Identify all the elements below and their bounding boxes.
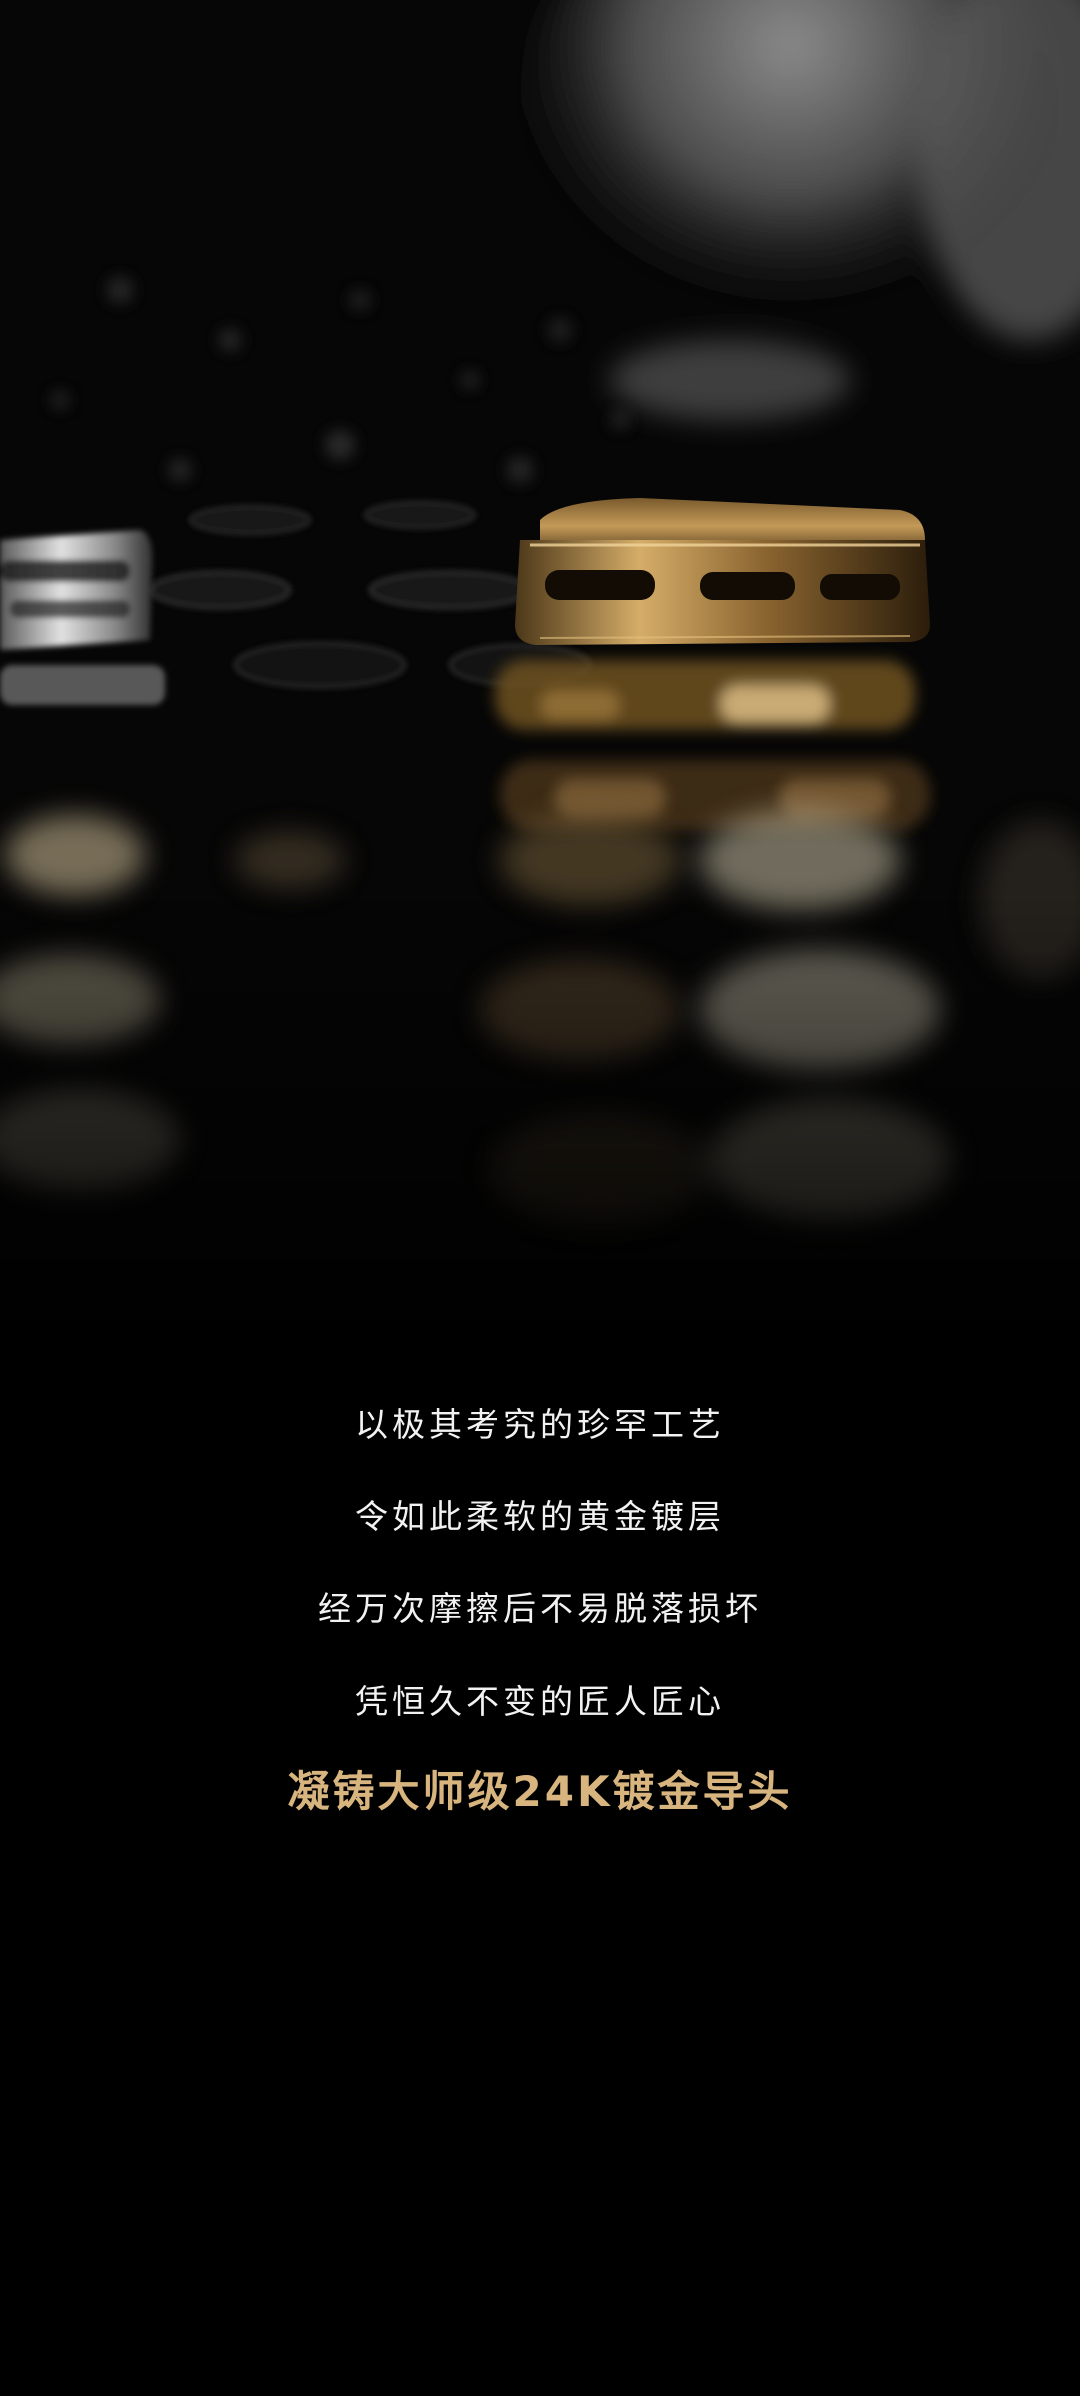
silver-connector [0,530,165,705]
hero-illustration [0,0,1080,1380]
copy-line-3: 经万次摩擦后不易脱落损坏 [318,1589,762,1628]
copy-line-1: 以极其考究的珍罕工艺 [355,1405,725,1444]
hero-photo [0,0,1080,1380]
copy-line-2: 令如此柔软的黄金镀层 [355,1497,725,1536]
headline: 凝铸大师级24K镀金导头 [287,1767,793,1816]
gold-connector [515,498,930,645]
copy-line-4: 凭恒久不变的匠人匠心 [355,1682,725,1721]
copy-section: 以极其考究的珍罕工艺 令如此柔软的黄金镀层 经万次摩擦后不易脱落损坏 凭恒久不变… [0,1380,1080,2396]
